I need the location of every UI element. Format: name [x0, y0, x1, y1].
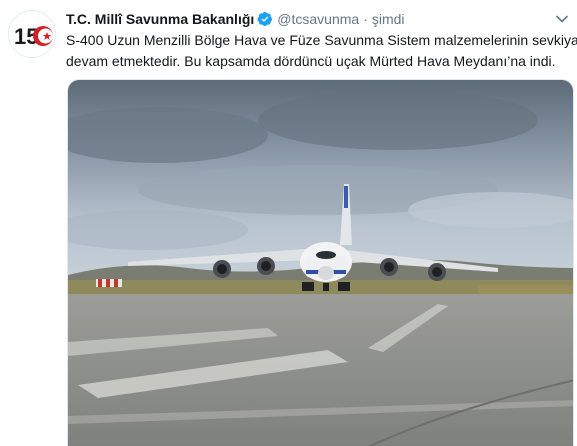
avatar-logo: 15	[9, 11, 55, 57]
tweet-text-line: S-400 Uzun Menzilli Bölge Hava ve Füze S…	[66, 32, 577, 48]
account-handle[interactable]: @tcsavunma	[277, 11, 359, 27]
verified-badge-icon	[257, 12, 273, 26]
cargo-plane-photo	[68, 80, 573, 446]
crescent-star-icon	[33, 26, 53, 46]
separator-dot: ·	[363, 11, 368, 27]
chevron-down-icon[interactable]	[555, 12, 569, 26]
tweet-text-line: devam etmektedir. Bu kapsamda dördüncü u…	[66, 53, 556, 69]
tweet-photo[interactable]	[67, 79, 574, 446]
avatar[interactable]: 15	[8, 10, 56, 58]
timestamp[interactable]: şimdi	[372, 11, 405, 27]
tweet-header: T.C. Millî Savunma Bakanlığı @tcsavunma …	[66, 9, 405, 29]
tweet-text: S-400 Uzun Menzilli Bölge Hava ve Füze S…	[66, 30, 577, 72]
account-name[interactable]: T.C. Millî Savunma Bakanlığı	[66, 11, 254, 27]
tweet[interactable]: 15 T.C. Millî Savunma Bakanlığı @tcsavun…	[0, 0, 577, 446]
